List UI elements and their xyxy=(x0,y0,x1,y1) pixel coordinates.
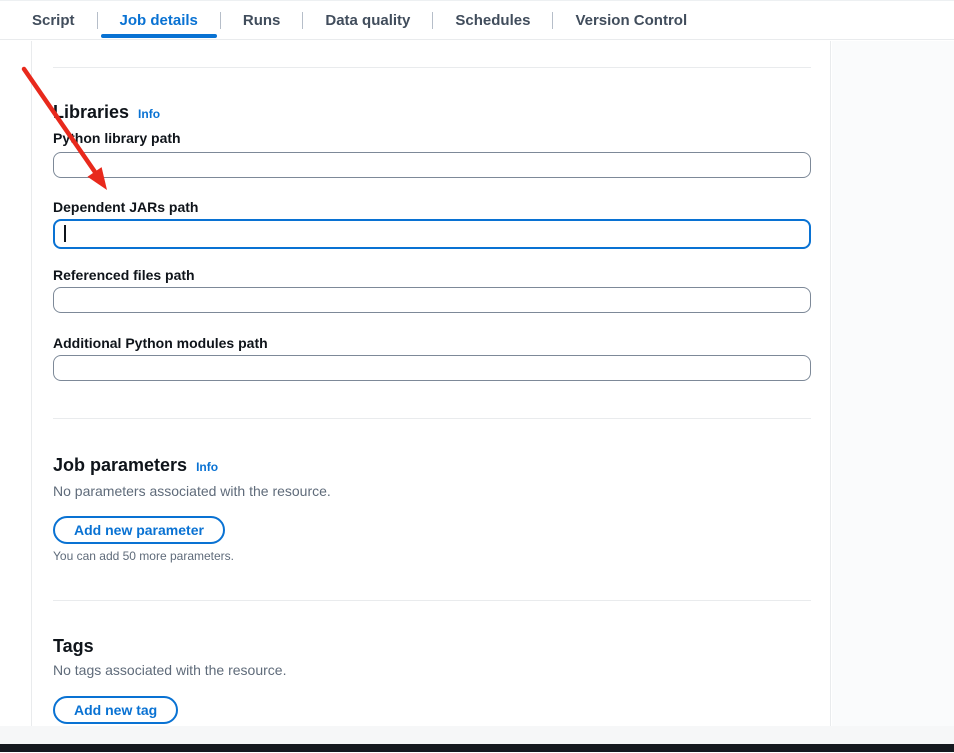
dependent-jars-path-input[interactable] xyxy=(53,219,811,249)
referenced-files-path-label: Referenced files path xyxy=(53,266,195,284)
job-parameters-empty-text: No parameters associated with the resour… xyxy=(53,482,331,500)
tab-schedules[interactable]: Schedules xyxy=(433,1,552,39)
additional-python-modules-path-label: Additional Python modules path xyxy=(53,334,268,352)
additional-python-modules-path-input[interactable] xyxy=(53,355,811,381)
job-parameters-heading: Job parameters Info xyxy=(53,455,218,475)
job-details-panel: Libraries Info Python library path Depen… xyxy=(31,41,831,726)
section-divider xyxy=(53,67,811,68)
tab-runs[interactable]: Runs xyxy=(221,1,303,39)
add-new-parameter-button[interactable]: Add new parameter xyxy=(53,516,225,544)
job-parameters-title: Job parameters xyxy=(53,455,187,475)
section-divider xyxy=(53,600,811,601)
right-page-gutter xyxy=(832,41,954,726)
referenced-files-path-input[interactable] xyxy=(53,287,811,313)
tab-version-control[interactable]: Version Control xyxy=(553,1,709,39)
tags-heading: Tags xyxy=(53,636,94,656)
add-new-tag-button[interactable]: Add new tag xyxy=(53,696,178,724)
python-library-path-label: Python library path xyxy=(53,129,181,147)
job-parameters-info-link[interactable]: Info xyxy=(196,460,218,474)
tab-data-quality[interactable]: Data quality xyxy=(303,1,432,39)
tab-bar: Script Job details Runs Data quality Sch… xyxy=(0,0,954,40)
libraries-heading: Libraries Info xyxy=(53,102,160,122)
libraries-info-link[interactable]: Info xyxy=(138,107,160,121)
bottom-black-bar xyxy=(0,744,954,752)
parameters-limit-text: You can add 50 more parameters. xyxy=(53,549,234,564)
tags-title: Tags xyxy=(53,636,94,656)
tab-script[interactable]: Script xyxy=(10,1,97,39)
bottom-page-strip xyxy=(0,726,954,744)
libraries-title: Libraries xyxy=(53,102,129,122)
python-library-path-input[interactable] xyxy=(53,152,811,178)
tags-empty-text: No tags associated with the resource. xyxy=(53,661,286,679)
dependent-jars-path-label: Dependent JARs path xyxy=(53,198,198,216)
tab-job-details[interactable]: Job details xyxy=(98,1,220,39)
section-divider xyxy=(53,418,811,419)
text-cursor xyxy=(64,225,66,242)
